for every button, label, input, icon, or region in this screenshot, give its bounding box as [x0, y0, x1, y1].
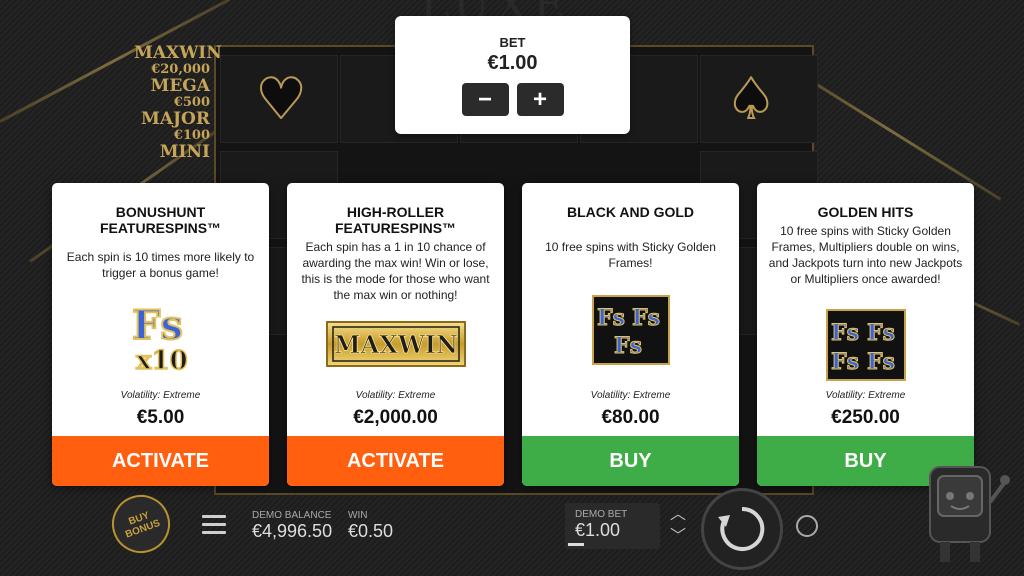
card-title-line: HIGH-ROLLER: [346, 204, 445, 220]
bet-panel: BET €1.00 − +: [395, 16, 630, 134]
chevron-up-icon[interactable]: ︿: [668, 507, 688, 523]
card-description: 10 free spins with Sticky Golden Frames,…: [768, 224, 963, 286]
svg-text:Fs: Fs: [831, 320, 859, 346]
activate-button[interactable]: ACTIVATE: [52, 436, 269, 486]
spin-arrow-icon: [718, 506, 765, 551]
card-description: Each spin has a 1 in 10 chance of awardi…: [301, 240, 490, 302]
feature-card-golden-hits: GOLDEN HITS 10 free spins with Sticky Go…: [757, 183, 974, 486]
heart-icon: ♥: [255, 66, 307, 133]
bet-controls: − +: [395, 83, 630, 116]
mascot-character-icon: [929, 466, 1010, 562]
fs-quad-icon: Fs Fs Fs Fs: [825, 309, 906, 381]
card-description: Each spin is 10 times more likely to tri…: [66, 250, 255, 280]
card-price: €2,000.00: [353, 407, 438, 428]
fs-triple-icon: Fs Fs Fs: [591, 295, 670, 365]
activate-button[interactable]: ACTIVATE: [287, 436, 504, 486]
jackpot-list: MAXWIN €20,000 MEGA €500 MAJOR €100 MINI: [134, 43, 222, 162]
feature-card-high-roller: HIGH-ROLLER FEATURESPINS™ Each spin has …: [287, 183, 504, 486]
jackpot-major: MAJOR €100: [141, 109, 210, 143]
jackpot-mega: MEGA €500: [150, 76, 210, 110]
demo-bet-indicator: [568, 543, 584, 546]
increase-bet-button[interactable]: +: [516, 83, 564, 116]
card-volatility: Volatility: Extreme: [825, 390, 906, 401]
jackpot-maxwin: MAXWIN €20,000: [134, 43, 222, 77]
card-title: GOLDEN HITS: [757, 204, 974, 220]
card-title: BONUSHUNT FEATURESPINS™: [52, 204, 269, 236]
demo-bet-label: DEMO BET: [575, 509, 628, 520]
autoplay-icon[interactable]: [796, 515, 818, 537]
bet-value: €1.00: [487, 52, 538, 74]
card-volatility: Volatility: Extreme: [590, 390, 671, 401]
card-title-line: BONUSHUNT: [115, 204, 206, 220]
balance-value: €4,996.50: [252, 521, 333, 541]
feature-card-black-and-gold: BLACK AND GOLD 10 free spins with Sticky…: [522, 183, 739, 486]
jackpot-mini: MINI: [159, 142, 210, 162]
bet-label: BET: [499, 35, 526, 50]
balance-label: DEMO BALANCE: [252, 510, 332, 521]
demo-bet-value: €1.00: [575, 520, 621, 540]
fs-x10-icon: Fs x10: [126, 297, 196, 377]
svg-text:Fs: Fs: [867, 349, 895, 375]
card-title-line: BLACK AND GOLD: [566, 204, 695, 220]
demo-bet-display[interactable]: DEMO BET €1.00: [565, 503, 660, 549]
card-title: HIGH-ROLLER FEATURESPINS™: [287, 204, 504, 236]
win-display: WIN €0.50: [348, 510, 393, 542]
buy-bonus-label: BUY BONUS: [124, 510, 162, 541]
balance-display: DEMO BALANCE €4,996.50: [252, 510, 332, 542]
card-title: BLACK AND GOLD: [522, 204, 739, 220]
spin-button[interactable]: [701, 488, 783, 570]
feature-card-bonushunt: BONUSHUNT FEATURESPINS™ Each spin is 10 …: [52, 183, 269, 486]
card-volatility: Volatility: Extreme: [120, 390, 201, 401]
svg-text:Fs: Fs: [132, 302, 183, 349]
card-volatility: Volatility: Extreme: [355, 390, 436, 401]
spade-icon: ♠: [725, 66, 777, 133]
card-price: €80.00: [601, 407, 660, 428]
card-title-line: GOLDEN HITS: [817, 204, 914, 220]
decrease-bet-button[interactable]: −: [461, 83, 509, 116]
menu-icon[interactable]: [202, 515, 226, 535]
svg-text:Fs: Fs: [632, 305, 660, 331]
card-price: €5.00: [136, 407, 185, 428]
svg-text:Fs: Fs: [867, 320, 895, 346]
svg-text:Fs: Fs: [831, 349, 859, 375]
win-value: €0.50: [348, 521, 394, 541]
card-description: 10 free spins with Sticky Golden Frames!: [545, 240, 716, 270]
svg-text:x10: x10: [136, 346, 188, 373]
card-title-line: FEATURESPINS™: [99, 220, 222, 236]
svg-text:MAXWIN: MAXWIN: [334, 330, 458, 359]
chevron-down-icon[interactable]: ﹀: [668, 529, 688, 545]
maxwin-badge-icon: MAXWIN: [325, 321, 466, 367]
buy-button[interactable]: BUY: [522, 436, 739, 486]
card-price: €250.00: [831, 407, 900, 428]
card-title-line: FEATURESPINS™: [334, 220, 457, 236]
win-label: WIN: [348, 510, 368, 521]
svg-text:Fs: Fs: [614, 333, 642, 359]
svg-text:Fs: Fs: [597, 305, 625, 331]
